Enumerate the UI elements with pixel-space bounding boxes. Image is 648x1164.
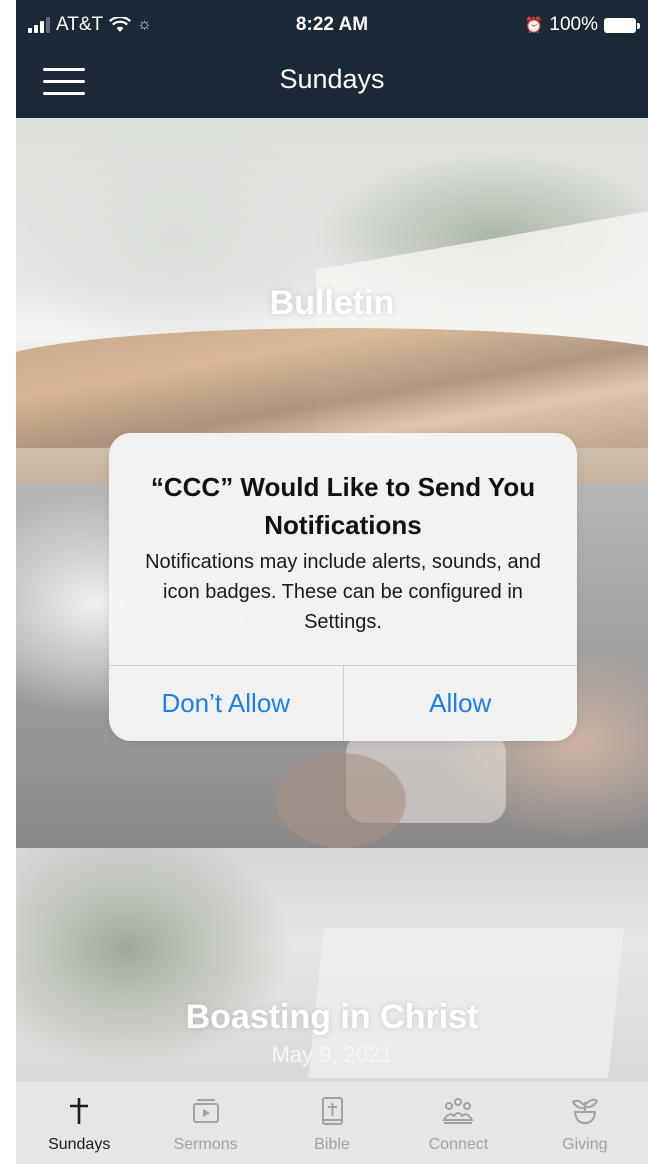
alarm-icon: ⏰ — [524, 17, 544, 34]
alert-title: “CCC” Would Like to Send You Notificatio… — [150, 472, 536, 540]
tab-label: Sermons — [173, 1136, 238, 1153]
bible-icon — [322, 1097, 344, 1125]
tab-giving[interactable]: Giving — [522, 1082, 648, 1164]
tab-label: Connect — [428, 1136, 489, 1153]
page-title: Sundays — [279, 64, 385, 94]
people-icon — [442, 1098, 475, 1124]
allow-button[interactable]: Allow — [342, 666, 578, 741]
status-right: ⏰ 100% — [524, 14, 640, 36]
phone-screen: AT&T ☼ 8:22 AM ⏰ 100% Sundays Bulletin B… — [16, 0, 648, 1164]
plant-icon — [571, 1098, 599, 1125]
tab-label: Bible — [314, 1136, 350, 1153]
cross-icon — [70, 1098, 89, 1124]
video-icon — [192, 1099, 219, 1123]
notification-permission-alert: “CCC” Would Like to Send You Notificatio… — [109, 433, 577, 741]
top-bar: AT&T ☼ 8:22 AM ⏰ 100% Sundays — [16, 0, 648, 118]
status-bar: AT&T ☼ 8:22 AM ⏰ 100% — [16, 0, 648, 50]
tab-sundays[interactable]: Sundays — [16, 1082, 142, 1164]
tab-bar: Sundays Sermons Bible Connect Giving — [16, 1082, 648, 1164]
nav-bar: Sundays — [16, 50, 648, 118]
tab-label: Giving — [562, 1136, 608, 1153]
dont-allow-button[interactable]: Don’t Allow — [109, 666, 343, 741]
alert-message: Notifications may include alerts, sounds… — [145, 551, 541, 633]
tab-connect[interactable]: Connect — [395, 1082, 521, 1164]
tab-label: Sundays — [48, 1136, 111, 1153]
alert-actions: Don’t Allow Allow — [109, 665, 577, 741]
tab-sermons[interactable]: Sermons — [142, 1082, 268, 1164]
battery-percent: 100% — [549, 14, 598, 35]
tab-bible[interactable]: Bible — [269, 1082, 395, 1164]
battery-icon — [604, 17, 640, 33]
